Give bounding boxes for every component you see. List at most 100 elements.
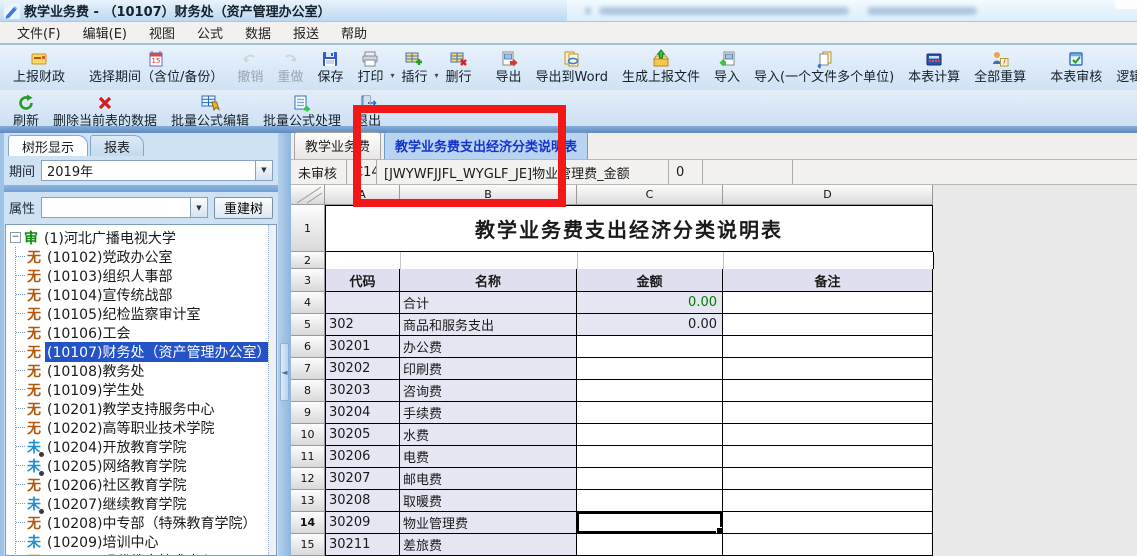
row-header-11[interactable]: 11 bbox=[291, 446, 325, 468]
cell-code[interactable]: 30211 bbox=[325, 534, 400, 556]
toolbar-main-button-8[interactable]: 删行 bbox=[439, 47, 479, 86]
tree-item[interactable]: 无(10107)财务处（资产管理办公室） bbox=[16, 342, 276, 361]
sheet-title-cell[interactable]: 教学业务费支出经济分类说明表 bbox=[325, 205, 933, 252]
row-header-6[interactable]: 6 bbox=[291, 336, 325, 358]
tree-item-label[interactable]: (10201)教学支持服务中心 bbox=[45, 399, 216, 419]
cell-name[interactable]: 咨询费 bbox=[400, 380, 577, 402]
tree-item-label[interactable]: (10107)财务处（资产管理办公室） bbox=[45, 342, 272, 362]
tree-item[interactable]: −审(1)河北广播电视大学 bbox=[10, 228, 276, 247]
tree-item[interactable]: 无(10206)社区教育学院 bbox=[16, 475, 276, 494]
cell-note[interactable] bbox=[723, 534, 933, 556]
sidebar-tab-1[interactable]: 报表 bbox=[90, 135, 144, 156]
cell-note[interactable] bbox=[723, 380, 933, 402]
cell-code[interactable]: 30207 bbox=[325, 468, 400, 490]
splitter-collapse-handle[interactable]: ◄ bbox=[280, 343, 289, 401]
row-header-2[interactable]: 2 bbox=[291, 252, 325, 269]
tree-item-label[interactable]: (10206)社区教育学院 bbox=[45, 475, 188, 495]
cell-name[interactable]: 办公费 bbox=[400, 336, 577, 358]
toolbar-main-button-18[interactable]: 本表审核 bbox=[1043, 47, 1109, 86]
row-header-4[interactable]: 4 bbox=[291, 292, 325, 314]
cell-code[interactable]: 30201 bbox=[325, 336, 400, 358]
attribute-combobox[interactable]: ▼ bbox=[41, 197, 208, 218]
menu-item-5[interactable]: 报送 bbox=[282, 21, 330, 44]
menu-item-4[interactable]: 数据 bbox=[234, 21, 282, 44]
cell-note[interactable] bbox=[723, 358, 933, 380]
cell-amount[interactable] bbox=[577, 424, 723, 446]
chevron-down-icon[interactable]: ▼ bbox=[255, 161, 272, 180]
cell-note[interactable] bbox=[723, 292, 933, 314]
toolbar-main-button-15[interactable]: 本表计算 bbox=[901, 47, 967, 86]
tree-item[interactable]: 未(10207)继续教育学院 bbox=[16, 494, 276, 513]
cell-amount[interactable] bbox=[577, 336, 723, 358]
toolbar-main-button-0[interactable]: 上报财政 bbox=[6, 47, 72, 86]
tree-item[interactable]: 无(10106)工会 bbox=[16, 323, 276, 342]
tree-item-label[interactable]: (10204)开放教育学院 bbox=[45, 437, 188, 457]
cell-amount[interactable] bbox=[577, 446, 723, 468]
cell-empty[interactable] bbox=[326, 252, 401, 269]
cell-amount[interactable]: 0.00 bbox=[577, 292, 723, 314]
sidebar-tab-0[interactable]: 树形显示 bbox=[8, 135, 88, 156]
tree-item-label[interactable]: (10109)学生处 bbox=[45, 380, 146, 400]
cell-amount[interactable] bbox=[577, 380, 723, 402]
row-header-1[interactable]: 1 bbox=[291, 205, 325, 252]
tree-item[interactable]: 无(10201)教学支持服务中心 bbox=[16, 399, 276, 418]
cell-name[interactable]: 印刷费 bbox=[400, 358, 577, 380]
cell-amount[interactable] bbox=[577, 468, 723, 490]
tree-item[interactable]: 未(10204)开放教育学院 bbox=[16, 437, 276, 456]
cell-note[interactable] bbox=[723, 424, 933, 446]
toolbar-secondary-button-0[interactable]: 刷新 bbox=[6, 91, 46, 126]
cell-code[interactable]: 30209 bbox=[325, 512, 400, 534]
tree-item-label[interactable]: (10108)教务处 bbox=[45, 361, 146, 381]
cell-note[interactable] bbox=[723, 336, 933, 358]
cell-name[interactable]: 水费 bbox=[400, 424, 577, 446]
cell-empty[interactable] bbox=[724, 252, 933, 269]
tree-item[interactable]: 无(10202)高等职业技术学院 bbox=[16, 418, 276, 437]
tree-item-label[interactable]: (10102)党政办公室 bbox=[45, 247, 174, 267]
column-header-B[interactable]: B bbox=[400, 185, 577, 205]
tree-item-label[interactable]: (10202)高等职业技术学院 bbox=[45, 418, 216, 438]
cell-note[interactable] bbox=[723, 468, 933, 490]
toolbar-main-button-16[interactable]: f全部重算 bbox=[967, 47, 1033, 86]
tree-item[interactable]: 无(10109)学生处 bbox=[16, 380, 276, 399]
toolbar-main-button-13[interactable]: 导入 bbox=[707, 47, 747, 86]
toolbar-main-button-14[interactable]: 导入(一个文件多个单位) bbox=[747, 47, 901, 86]
tree-item[interactable]: 无(10103)组织人事部 bbox=[16, 266, 276, 285]
table-header-2[interactable]: 金额 bbox=[577, 269, 723, 292]
tree-item-label[interactable]: (10104)宣传统战部 bbox=[45, 285, 174, 305]
tree-item-label[interactable]: (1)河北广播电视大学 bbox=[42, 228, 178, 248]
chevron-down-icon[interactable]: ▼ bbox=[190, 198, 207, 217]
tree-item[interactable]: 无(10104)宣传统战部 bbox=[16, 285, 276, 304]
row-header-5[interactable]: 5 bbox=[291, 314, 325, 336]
splitter[interactable]: ◄ bbox=[278, 133, 291, 556]
cell-amount[interactable]: 0.00 bbox=[577, 314, 723, 336]
toolbar-main-button-2[interactable]: 15选择期间（含位/备份） bbox=[82, 47, 230, 86]
tree-item[interactable]: 无(10208)中专部（特殊教育学院） bbox=[16, 513, 276, 532]
tree-expander-icon[interactable]: − bbox=[10, 232, 21, 243]
cell-amount[interactable] bbox=[577, 402, 723, 424]
cell-empty[interactable] bbox=[401, 252, 578, 269]
column-header-D[interactable]: D bbox=[723, 185, 933, 205]
cell-note[interactable] bbox=[723, 314, 933, 336]
toolbar-main-button-5[interactable]: 保存 bbox=[310, 47, 350, 86]
cell-code[interactable] bbox=[325, 292, 400, 314]
cell-code[interactable]: 30204 bbox=[325, 402, 400, 424]
table-header-3[interactable]: 备注 bbox=[723, 269, 933, 292]
cell-amount[interactable] bbox=[577, 534, 723, 556]
tree-item[interactable]: 未(10205)网络教育学院 bbox=[16, 456, 276, 475]
menu-item-3[interactable]: 公式 bbox=[186, 21, 234, 44]
period-combobox[interactable]: 2019年 ▼ bbox=[41, 160, 273, 181]
row-header-3[interactable]: 3 bbox=[291, 269, 325, 292]
toolbar-main-button-6[interactable]: 打印 bbox=[350, 47, 390, 86]
cell-note[interactable] bbox=[723, 490, 933, 512]
cell-name[interactable]: 手续费 bbox=[400, 402, 577, 424]
toolbar-secondary-button-2[interactable]: 批量公式编辑 bbox=[164, 91, 256, 126]
cell-code[interactable]: 30203 bbox=[325, 380, 400, 402]
cell-name[interactable]: 合计 bbox=[400, 292, 577, 314]
cell-name[interactable]: 物业管理费 bbox=[400, 512, 577, 534]
cell-amount[interactable] bbox=[577, 490, 723, 512]
tree-item[interactable]: 无(10108)教务处 bbox=[16, 361, 276, 380]
cell-name[interactable]: 取暖费 bbox=[400, 490, 577, 512]
menu-item-2[interactable]: 视图 bbox=[138, 21, 186, 44]
cell-code[interactable]: 302 bbox=[325, 314, 400, 336]
toolbar-main-button-11[interactable]: 导出到Word bbox=[529, 47, 615, 86]
